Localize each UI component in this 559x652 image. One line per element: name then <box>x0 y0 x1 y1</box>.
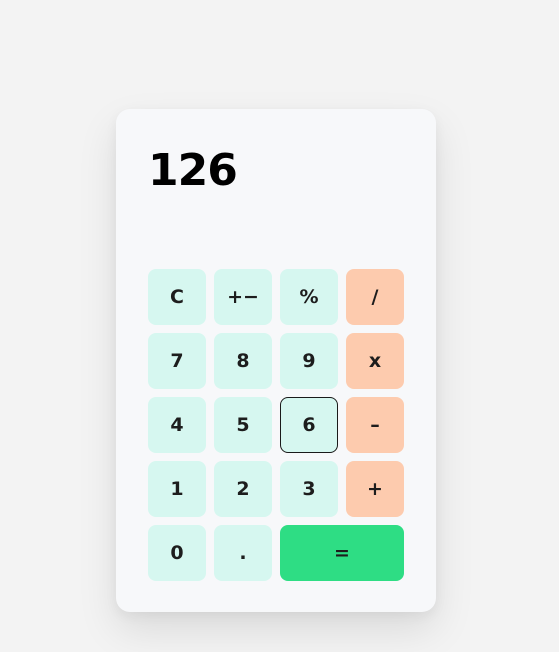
add-button[interactable]: + <box>346 461 404 517</box>
percent-button[interactable]: % <box>280 269 338 325</box>
keypad: C +− % / 7 8 9 x 4 5 6 – 1 2 3 + 0 . = <box>148 269 404 581</box>
digit-1-button[interactable]: 1 <box>148 461 206 517</box>
clear-button[interactable]: C <box>148 269 206 325</box>
divide-button[interactable]: / <box>346 269 404 325</box>
digit-2-button[interactable]: 2 <box>214 461 272 517</box>
digit-9-button[interactable]: 9 <box>280 333 338 389</box>
multiply-button[interactable]: x <box>346 333 404 389</box>
digit-6-button[interactable]: 6 <box>280 397 338 453</box>
digit-3-button[interactable]: 3 <box>280 461 338 517</box>
digit-4-button[interactable]: 4 <box>148 397 206 453</box>
decimal-button[interactable]: . <box>214 525 272 581</box>
digit-5-button[interactable]: 5 <box>214 397 272 453</box>
equals-button[interactable]: = <box>280 525 404 581</box>
subtract-button[interactable]: – <box>346 397 404 453</box>
digit-8-button[interactable]: 8 <box>214 333 272 389</box>
calculator-display: 126 <box>148 145 238 196</box>
digit-7-button[interactable]: 7 <box>148 333 206 389</box>
digit-0-button[interactable]: 0 <box>148 525 206 581</box>
plus-minus-button[interactable]: +− <box>214 269 272 325</box>
calculator-panel: 126 C +− % / 7 8 9 x 4 5 6 – 1 2 3 + 0 .… <box>116 109 436 612</box>
